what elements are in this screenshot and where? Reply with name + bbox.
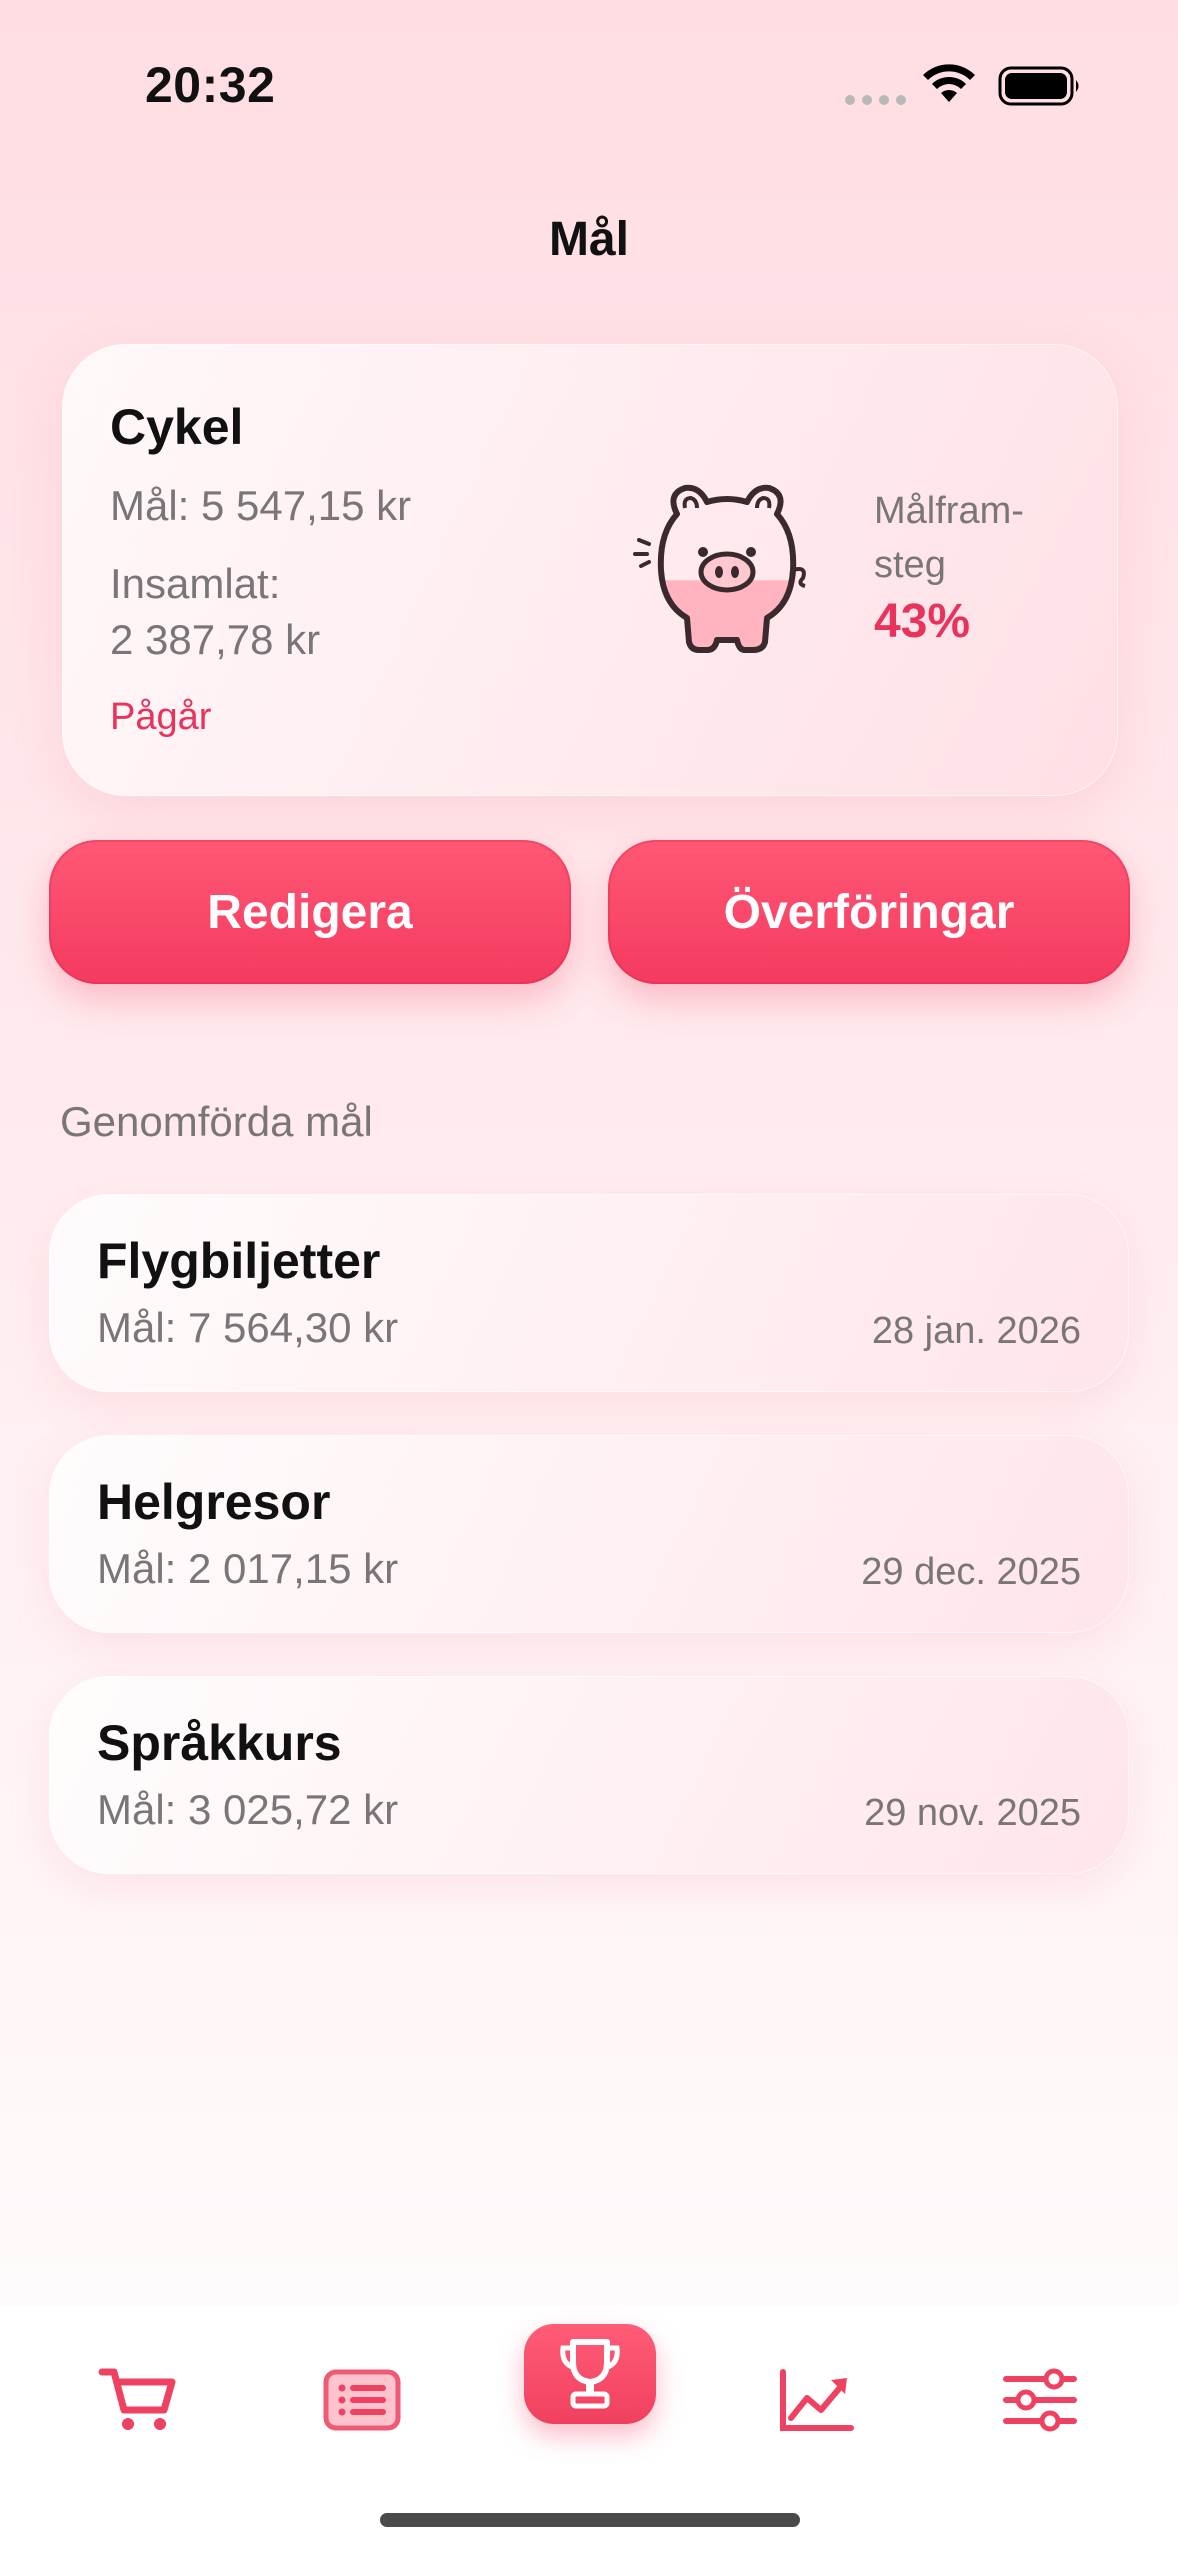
page-title: Mål	[548, 213, 629, 266]
tab-shopping[interactable]	[72, 2350, 204, 2450]
completed-goal-name: Flygbiljetter	[97, 1233, 381, 1289]
tab-transactions[interactable]	[296, 2350, 428, 2450]
tab-goals[interactable]	[524, 2324, 656, 2424]
completed-goal-item[interactable]: Flygbiljetter Mål: 7 564,30 kr 28 jan. 2…	[49, 1194, 1129, 1392]
completed-goal-item[interactable]: Språkkurs Mål: 3 025,72 kr 29 nov. 2025	[49, 1676, 1129, 1874]
goal-name: Cykel	[110, 399, 244, 455]
goal-saved-label: Insamlat:	[110, 560, 281, 607]
goal-target: Mål: 5 547,15 kr	[110, 482, 412, 529]
completed-goal-name: Helgresor	[97, 1474, 331, 1530]
completed-section-title: Genomförda mål	[60, 1098, 373, 1145]
sliders-icon	[1003, 2368, 1077, 2432]
piggy-bank-icon	[633, 484, 806, 653]
progress-value: 43%	[874, 595, 971, 648]
completed-goal-target: Mål: 2 017,15 kr	[97, 1545, 399, 1592]
home-indicator	[380, 2513, 800, 2527]
completed-goal-name: Språkkurs	[97, 1715, 342, 1771]
completed-goal-date: 28 jan. 2026	[871, 1310, 1081, 1352]
battery-icon	[998, 66, 1079, 106]
trophy-icon	[560, 2339, 620, 2409]
completed-goal-item[interactable]: Helgresor Mål: 2 017,15 kr 29 dec. 2025	[49, 1435, 1129, 1633]
goal-saved-value: 2 387,78 kr	[110, 616, 321, 663]
completed-goal-target: Mål: 3 025,72 kr	[97, 1786, 399, 1833]
transfers-button[interactable]: Överföringar	[608, 840, 1130, 984]
tab-statistics[interactable]	[750, 2350, 882, 2450]
completed-goal-date: 29 nov. 2025	[864, 1792, 1081, 1834]
edit-button[interactable]: Redigera	[49, 840, 571, 984]
progress-label: Målfram-steg	[874, 490, 1024, 586]
chart-icon	[780, 2369, 854, 2431]
tab-settings[interactable]	[974, 2350, 1106, 2450]
completed-goal-date: 29 dec. 2025	[861, 1551, 1081, 1593]
list-icon	[323, 2369, 401, 2431]
wifi-icon	[923, 64, 975, 102]
completed-goal-target: Mål: 7 564,30 kr	[97, 1304, 399, 1351]
active-goal-card[interactable]: Cykel Mål: 5 547,15 kr Insamlat: 2 387,7…	[62, 344, 1118, 796]
cart-icon	[98, 2368, 176, 2430]
signal-dots-icon	[845, 95, 906, 105]
status-time: 20:32	[145, 57, 276, 113]
goal-status: Pågår	[110, 696, 212, 738]
